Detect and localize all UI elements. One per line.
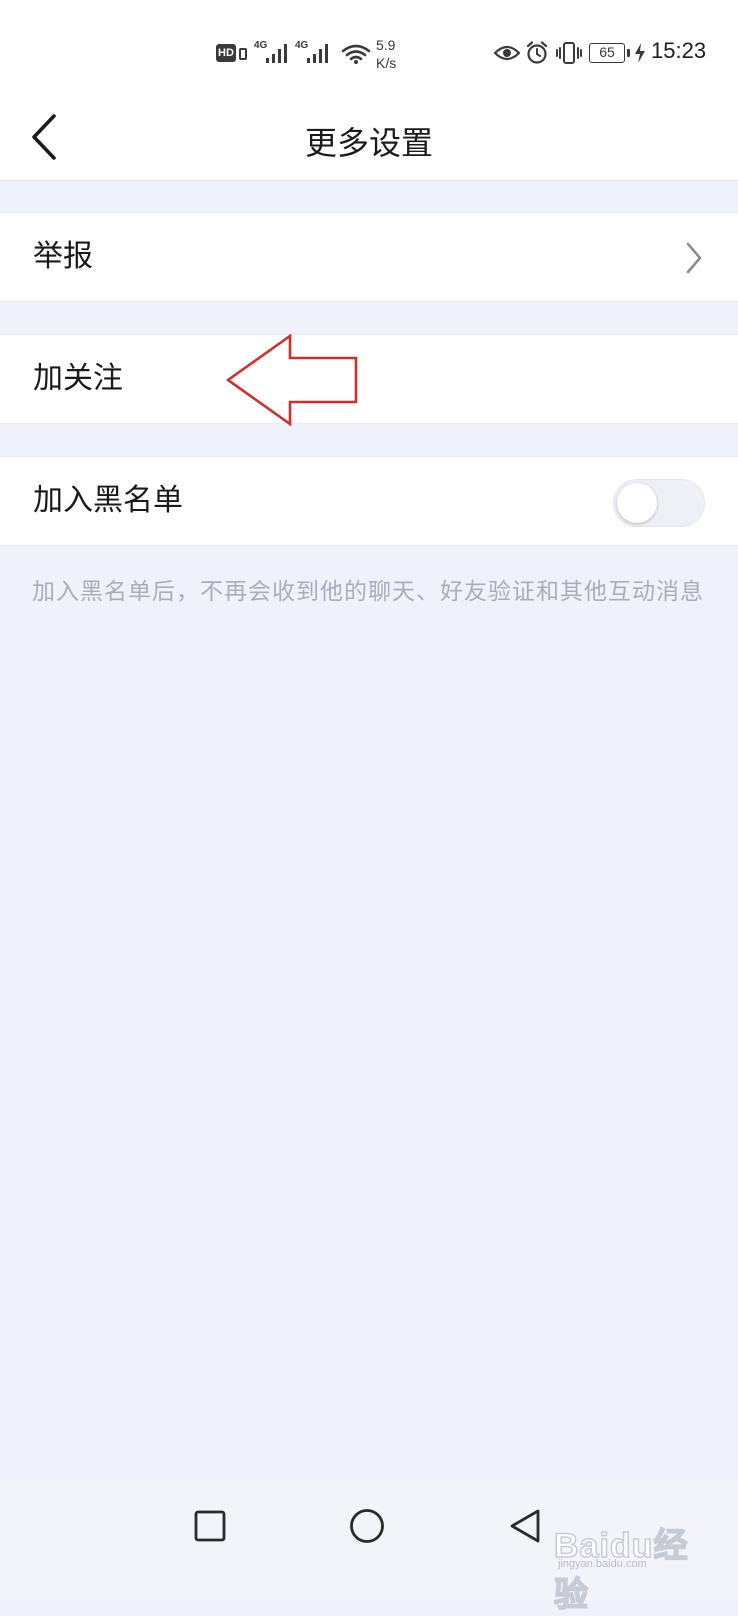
follow-row[interactable]: 加关注	[0, 334, 738, 424]
lock-icon	[239, 48, 247, 60]
home-icon[interactable]	[349, 1508, 385, 1544]
report-label: 举报	[33, 239, 93, 274]
hd-voice-icon: HD	[216, 44, 236, 62]
title-bar: 更多设置	[0, 100, 738, 181]
network-speed: 5.9 K/s	[376, 37, 397, 71]
vibrate-icon	[556, 42, 582, 64]
blacklist-toggle[interactable]	[613, 479, 705, 527]
toggle-knob	[617, 483, 657, 523]
back-nav-icon[interactable]	[508, 1508, 542, 1544]
follow-label: 加关注	[33, 361, 123, 396]
eye-comfort-icon	[494, 45, 520, 61]
status-bar: HD 4G 4G 5.9 K/s 65 15:23	[0, 0, 738, 100]
wifi-icon	[341, 44, 371, 64]
report-row[interactable]: 举报	[0, 212, 738, 302]
signal-icon: 4G	[295, 40, 331, 64]
recent-apps-icon[interactable]	[194, 1510, 226, 1542]
blacklist-row: 加入黑名单	[0, 456, 738, 546]
signal-icon: 4G	[254, 40, 290, 64]
annotation-arrow-icon	[226, 334, 358, 426]
clock: 15:23	[651, 38, 707, 63]
battery-icon: 65	[589, 43, 625, 63]
battery-cap	[627, 49, 630, 57]
blacklist-hint: 加入黑名单后，不再会收到他的聊天、好友验证和其他互动消息	[32, 579, 704, 605]
watermark-logo: Baidu经验 jingyan.baidu.com	[553, 1526, 689, 1615]
chevron-right-icon	[686, 242, 702, 274]
charging-icon	[635, 43, 645, 63]
blacklist-label: 加入黑名单	[33, 483, 183, 518]
alarm-icon	[526, 41, 548, 64]
page-title: 更多设置	[304, 124, 433, 162]
